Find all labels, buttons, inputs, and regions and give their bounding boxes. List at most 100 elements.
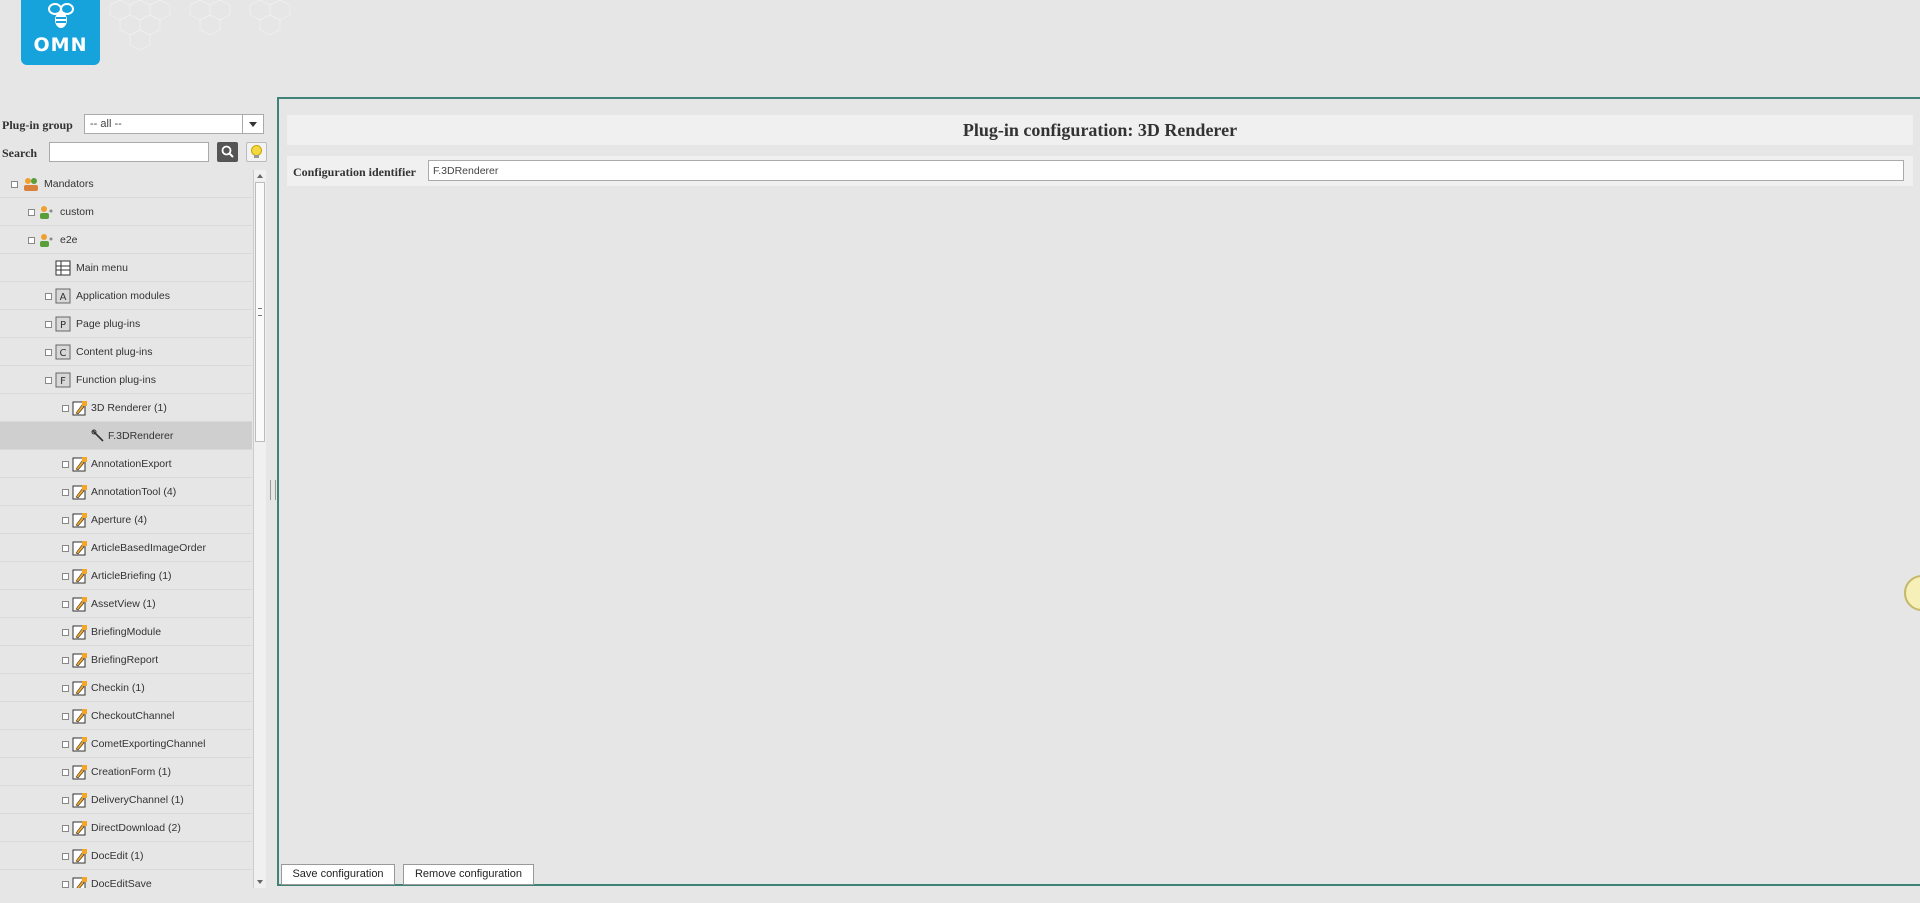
- chevron-down-icon[interactable]: [242, 115, 263, 133]
- scrollbar-thumb[interactable]: [255, 182, 265, 442]
- tree-item-label: CheckoutChannel: [91, 710, 175, 722]
- expand-toggle-icon[interactable]: [11, 181, 18, 188]
- plugin-icon: [72, 820, 88, 836]
- tree-item[interactable]: BriefingReport: [0, 646, 252, 674]
- tree-item[interactable]: AnnotationTool (4): [0, 478, 252, 506]
- expand-toggle-icon[interactable]: [62, 489, 69, 496]
- expand-toggle-icon[interactable]: [62, 461, 69, 468]
- expand-toggle-icon[interactable]: [62, 881, 69, 888]
- expand-toggle-icon[interactable]: [62, 545, 69, 552]
- tree-item[interactable]: DeliveryChannel (1): [0, 786, 252, 814]
- letter-c-icon: C: [55, 344, 71, 360]
- config-identifier-label: Configuration identifier: [293, 165, 416, 179]
- panel-splitter-handle[interactable]: [270, 480, 276, 500]
- omn-logo[interactable]: OMN: [21, 0, 100, 65]
- tree-item-label: DeliveryChannel (1): [91, 794, 184, 806]
- tree-item-label: DirectDownload (2): [91, 822, 181, 834]
- plugin-icon: [72, 624, 88, 640]
- save-configuration-button[interactable]: Save configuration: [281, 864, 395, 885]
- expand-toggle-icon[interactable]: [45, 321, 52, 328]
- plugin-icon: [72, 764, 88, 780]
- tree-item-label: Application modules: [76, 290, 170, 302]
- tree-item[interactable]: ArticleBasedImageOrder: [0, 534, 252, 562]
- search-button[interactable]: [217, 142, 238, 162]
- plugin-icon: [72, 876, 88, 888]
- expand-toggle-icon[interactable]: [28, 237, 35, 244]
- page-title: Plug-in configuration: 3D Renderer: [962, 120, 1238, 140]
- plugin-group-value: -- all --: [90, 118, 122, 130]
- tree-item[interactable]: F Function plug-ins: [0, 366, 252, 394]
- tree-item-label: e2e: [60, 234, 78, 246]
- tree-item[interactable]: A Application modules: [0, 282, 252, 310]
- config-identifier-field[interactable]: F.3DRenderer: [428, 160, 1904, 181]
- expand-toggle-icon[interactable]: [45, 349, 52, 356]
- plugin-group-filter: Plug-in group -- all --: [0, 113, 270, 137]
- expand-toggle-icon[interactable]: [45, 377, 52, 384]
- tree-item-label: Page plug-ins: [76, 318, 141, 330]
- tree-item[interactable]: Mandators: [0, 170, 252, 198]
- letter-p-icon: P: [55, 316, 71, 332]
- tree-scrollbar[interactable]: [253, 170, 266, 888]
- tree-item[interactable]: AnnotationExport: [0, 450, 252, 478]
- tree-item[interactable]: 3D Renderer (1): [0, 394, 252, 422]
- expand-toggle-icon[interactable]: [62, 405, 69, 412]
- tree-item[interactable]: C Content plug-ins: [0, 338, 252, 366]
- header: OMN: [0, 0, 1920, 80]
- expand-toggle-icon[interactable]: [62, 797, 69, 804]
- expand-toggle-icon[interactable]: [62, 601, 69, 608]
- expand-toggle-icon[interactable]: [62, 657, 69, 664]
- expand-toggle-icon[interactable]: [62, 769, 69, 776]
- tree-item[interactable]: ArticleBriefing (1): [0, 562, 252, 590]
- tree-item[interactable]: BriefingModule: [0, 618, 252, 646]
- tree-item[interactable]: Main menu: [0, 254, 252, 282]
- svg-text:P: P: [60, 320, 66, 331]
- tree-item-label: CometExportingChannel: [91, 738, 206, 750]
- tree-item-label: Checkin (1): [91, 682, 145, 694]
- tree-item[interactable]: P Page plug-ins: [0, 310, 252, 338]
- tree-item[interactable]: DocEditSave: [0, 870, 252, 888]
- tree-item[interactable]: CreationForm (1): [0, 758, 252, 786]
- expand-toggle-icon[interactable]: [62, 517, 69, 524]
- tree-item[interactable]: Aperture (4): [0, 506, 252, 534]
- expand-toggle-icon[interactable]: [62, 573, 69, 580]
- tree-item[interactable]: custom: [0, 198, 252, 226]
- tree-item[interactable]: F.3DRenderer: [0, 422, 252, 450]
- plugin-icon: [72, 456, 88, 472]
- plugin-icon: [72, 736, 88, 752]
- expand-toggle-icon[interactable]: [62, 853, 69, 860]
- search-input[interactable]: [49, 142, 209, 162]
- expand-toggle-icon[interactable]: [62, 629, 69, 636]
- expand-toggle-icon[interactable]: [62, 685, 69, 692]
- plugin-icon: [72, 848, 88, 864]
- tree-item[interactable]: Checkin (1): [0, 674, 252, 702]
- plugin-icon: [72, 540, 88, 556]
- tree-item-label: DocEdit (1): [91, 850, 144, 862]
- expand-toggle-icon[interactable]: [62, 741, 69, 748]
- tree-item[interactable]: CometExportingChannel: [0, 730, 252, 758]
- tree-item[interactable]: e2e: [0, 226, 252, 254]
- tree-item-label: ArticleBasedImageOrder: [91, 542, 206, 554]
- scroll-down-arrow-icon[interactable]: [254, 876, 266, 888]
- tree-item-label: BriefingReport: [91, 654, 159, 666]
- expand-toggle-icon[interactable]: [45, 293, 52, 300]
- plugin-icon: [72, 652, 88, 668]
- tree-item-label: ArticleBriefing (1): [91, 570, 172, 582]
- tree-item[interactable]: CheckoutChannel: [0, 702, 252, 730]
- scroll-up-arrow-icon[interactable]: [254, 170, 266, 182]
- plugin-group-select[interactable]: -- all --: [84, 114, 264, 134]
- tree-item[interactable]: DirectDownload (2): [0, 814, 252, 842]
- remove-configuration-button[interactable]: Remove configuration: [403, 864, 534, 885]
- panel-header: Plug-in configuration: 3D Renderer: [287, 115, 1913, 145]
- mandator-icon: [38, 232, 54, 248]
- plugin-icon: [72, 512, 88, 528]
- tree-item-label: AnnotationTool (4): [91, 486, 177, 498]
- tree-item[interactable]: DocEdit (1): [0, 842, 252, 870]
- expand-toggle-icon[interactable]: [62, 825, 69, 832]
- plugin-icon: [72, 484, 88, 500]
- tree-item[interactable]: AssetView (1): [0, 590, 252, 618]
- search-icon: [221, 145, 234, 158]
- tree-item-label: 3D Renderer (1): [91, 402, 167, 414]
- hint-button[interactable]: [246, 142, 267, 162]
- expand-toggle-icon[interactable]: [28, 209, 35, 216]
- expand-toggle-icon[interactable]: [62, 713, 69, 720]
